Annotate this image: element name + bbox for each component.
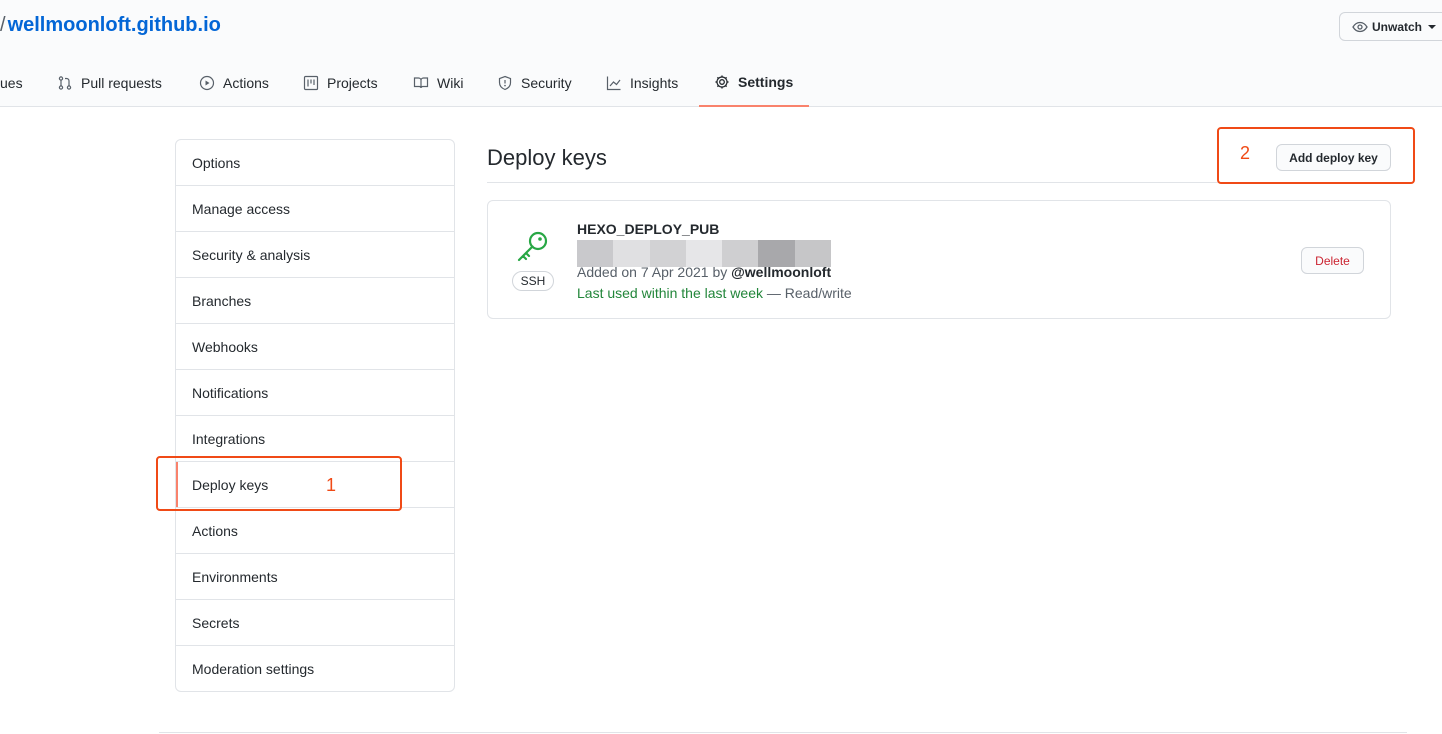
shield-icon	[498, 75, 512, 90]
sidebar-item-label: Options	[192, 154, 241, 171]
tab-wiki[interactable]: Wiki	[413, 58, 463, 107]
footer-divider	[159, 732, 1407, 733]
sidebar-item-label: Secrets	[192, 614, 240, 631]
tab-insights[interactable]: Insights	[606, 58, 678, 107]
tab-projects[interactable]: Projects	[303, 58, 378, 107]
annotation-box-1	[156, 456, 402, 511]
tab-pull-requests-label: Pull requests	[81, 74, 162, 91]
sidebar-item-label: Environments	[192, 568, 278, 585]
repo-title[interactable]: / wellmoonloft.github.io	[0, 14, 221, 37]
sidebar-item-branches[interactable]: Branches	[176, 278, 454, 324]
key-usage-info: Last used within the last week — Read/wr…	[577, 285, 852, 301]
sidebar-item-options[interactable]: Options	[176, 140, 454, 186]
sidebar-item-label: Security & analysis	[192, 246, 311, 263]
tab-issues[interactable]: ues	[0, 58, 23, 107]
tab-insights-label: Insights	[630, 74, 679, 91]
sidebar-item-notifications[interactable]: Notifications	[176, 370, 454, 416]
sidebar-item-actions[interactable]: Actions	[176, 508, 454, 554]
annotation-marker-2: 2	[1240, 143, 1251, 163]
graph-icon	[606, 76, 621, 90]
gear-icon	[715, 75, 729, 88]
key-added-info: Added on 7 Apr 2021 by @wellmoonloft	[577, 264, 831, 280]
repo-header: / wellmoonloft.github.io Unwatch ues Pull…	[0, 0, 1442, 107]
key-added-by-user[interactable]: @wellmoonloft	[731, 264, 831, 280]
tab-projects-label: Projects	[327, 74, 378, 91]
key-access-level: — Read/write	[763, 285, 852, 301]
key-added-date: Added on 7 Apr 2021 by	[577, 264, 732, 280]
tab-settings-label: Settings	[738, 73, 794, 90]
chevron-down-icon	[1428, 24, 1437, 29]
tab-settings[interactable]: Settings	[699, 58, 809, 107]
repo-path-separator: /	[0, 14, 6, 36]
tab-security-label: Security	[521, 74, 572, 91]
delete-key-button[interactable]: Delete	[1301, 247, 1364, 274]
page-title: Deploy keys	[487, 145, 607, 170]
sidebar-item-environments[interactable]: Environments	[176, 554, 454, 600]
sidebar-item-secrets[interactable]: Secrets	[176, 600, 454, 646]
book-icon	[413, 76, 429, 88]
deploy-key-name: HEXO_DEPLOY_PUB	[577, 221, 720, 237]
play-icon	[199, 75, 215, 90]
deploy-key-item: SSH HEXO_DEPLOY_PUB Added on 7 Apr 2021 …	[487, 200, 1391, 319]
unwatch-label: Unwatch	[1372, 19, 1423, 34]
tab-pull-requests[interactable]: Pull requests	[57, 58, 162, 107]
sidebar-item-label: Actions	[192, 522, 238, 539]
key-icon	[517, 231, 548, 262]
sidebar-item-moderation-settings[interactable]: Moderation settings	[176, 646, 454, 691]
sidebar-item-manage-access[interactable]: Manage access	[176, 186, 454, 232]
key-fingerprint-redacted	[577, 240, 831, 267]
project-icon	[303, 75, 319, 90]
sidebar-item-webhooks[interactable]: Webhooks	[176, 324, 454, 370]
settings-sidebar: Options Manage access Security & analysi…	[175, 139, 455, 692]
sidebar-item-label: Branches	[192, 292, 252, 309]
tab-issues-label: ues	[0, 74, 23, 91]
tab-actions[interactable]: Actions	[199, 58, 269, 107]
repo-nav-tabs: ues Pull requests Actions Projects Wiki …	[0, 58, 1442, 107]
key-type-badge: SSH	[512, 271, 554, 291]
eye-icon	[1352, 21, 1368, 32]
repo-name-link[interactable]: wellmoonloft.github.io	[8, 14, 221, 36]
tab-wiki-label: Wiki	[437, 74, 464, 91]
sidebar-item-label: Manage access	[192, 200, 291, 217]
annotation-marker-1: 1	[326, 475, 337, 495]
key-last-used: Last used within the last week	[577, 285, 763, 301]
sidebar-item-label: Notifications	[192, 384, 269, 401]
sidebar-item-label: Integrations	[192, 430, 266, 447]
sidebar-item-security-analysis[interactable]: Security & analysis	[176, 232, 454, 278]
sidebar-item-label: Moderation settings	[192, 661, 315, 677]
unwatch-button[interactable]: Unwatch	[1339, 12, 1442, 41]
sidebar-item-label: Webhooks	[192, 338, 258, 355]
tab-actions-label: Actions	[223, 74, 269, 91]
tab-security[interactable]: Security	[497, 58, 572, 107]
pull-request-icon	[58, 75, 72, 90]
